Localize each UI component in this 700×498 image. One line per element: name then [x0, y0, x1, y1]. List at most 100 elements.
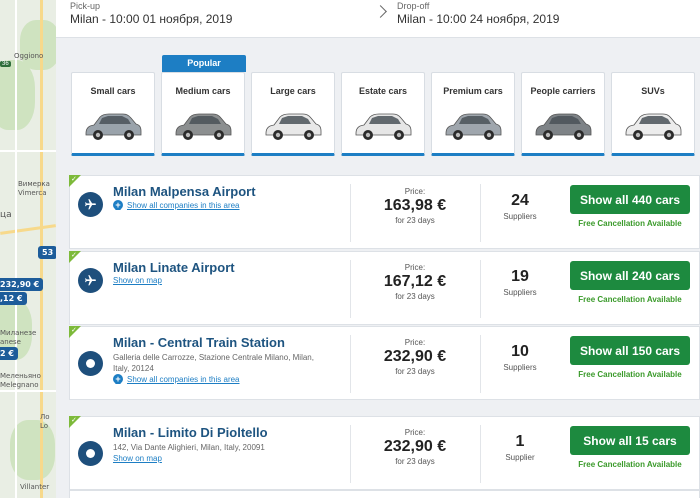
suppliers-count: 1 — [515, 433, 525, 450]
suppliers-label: Suppliers — [503, 288, 537, 297]
category-premium-cars[interactable]: Premium cars — [431, 72, 515, 156]
map-route-shield: 36 — [0, 61, 11, 67]
location-address: Galleria delle Carrozze, Stazione Centra… — [113, 353, 314, 373]
location-title[interactable]: Milan - Limito Di Pioltello — [113, 425, 268, 440]
category-label: SUVs — [641, 86, 665, 96]
category-label: Estate cars — [358, 86, 408, 96]
map-panel[interactable]: Oggiono Вимерка Vimerca ца Миланезе anes… — [0, 0, 56, 498]
price-value: 163,98 € — [383, 197, 447, 214]
price-value: 167,12 € — [383, 273, 447, 290]
location-link-text: Show on map — [113, 276, 162, 285]
category-label: Large cars — [270, 86, 316, 96]
map-label: ца — [0, 210, 12, 220]
dropoff-label: Drop-off — [397, 1, 430, 11]
location-card[interactable]: ✓ Milan - Limito Di Pioltello 142, Via Dan… — [69, 416, 700, 490]
map-park — [20, 20, 56, 70]
map-label: Vimerca — [18, 189, 47, 197]
map-road — [0, 150, 56, 152]
divider — [350, 184, 351, 242]
map-price-pin[interactable]: 2 € — [0, 347, 18, 360]
rental-days: for 23 days — [395, 216, 435, 225]
location-link[interactable]: + Show all companies in this area — [113, 200, 240, 210]
category-estate-cars[interactable]: Estate cars — [341, 72, 425, 156]
map-price-pin[interactable]: 232,90 € — [0, 278, 44, 291]
plus-circle-icon: + — [113, 374, 123, 384]
check-icon: ✓ — [71, 417, 77, 424]
suppliers-label: Supplier — [505, 453, 535, 462]
dropoff-value: Milan - 10:00 24 ноября, 2019 — [397, 12, 560, 26]
show-cars-button[interactable]: Show all 440 cars — [570, 185, 690, 214]
category-small-cars[interactable]: Small cars — [71, 72, 155, 156]
map-label: anese — [0, 338, 21, 346]
location-link[interactable]: Show on map — [113, 454, 162, 463]
rental-days: for 23 days — [395, 292, 435, 301]
map-label: Ло — [40, 413, 50, 421]
car-image-icon — [445, 113, 502, 140]
price-block: Price: 232,90 € for 23 days — [360, 338, 470, 376]
location-link[interactable]: + Show all companies in this area — [113, 374, 240, 384]
price-label: Price: — [404, 187, 426, 196]
show-cars-button[interactable]: Show all 150 cars — [570, 336, 690, 365]
map-label: Oggiono — [14, 52, 44, 60]
suppliers-block: 19 Suppliers — [480, 268, 560, 297]
divider — [350, 335, 351, 393]
category-medium-cars[interactable]: Medium cars — [161, 72, 245, 156]
map-price-pin[interactable]: ,12 € — [0, 292, 27, 305]
price-value: 232,90 € — [383, 348, 447, 365]
category-people-carriers[interactable]: People carriers — [521, 72, 605, 156]
price-block: Price: 167,12 € for 23 days — [360, 263, 470, 301]
free-cancellation-note: Free Cancellation Available — [578, 219, 682, 228]
plus-circle-icon: + — [113, 200, 123, 210]
price-value: 232,90 € — [383, 438, 447, 455]
pickup-summary[interactable]: Pick-up Milan - 10:00 01 ноября, 2019 — [70, 1, 232, 26]
category-label: People carriers — [530, 86, 596, 96]
location-link[interactable]: Show on map — [113, 276, 162, 285]
location-link-text: Show all companies in this area — [127, 374, 240, 384]
map-road — [15, 0, 17, 498]
free-cancellation-note: Free Cancellation Available — [578, 460, 682, 469]
free-cancellation-note: Free Cancellation Available — [578, 370, 682, 379]
suppliers-block: 24 Suppliers — [480, 192, 560, 221]
car-image-icon — [265, 113, 322, 140]
location-card[interactable]: ✓ Milan Linate Airport Show on map Price: 16… — [69, 251, 700, 325]
location-card[interactable]: ✓ Milan Malpensa Airport + Show all compani… — [69, 175, 700, 249]
map-label: Lo — [40, 422, 49, 430]
check-icon: ✓ — [71, 176, 77, 183]
suppliers-block: 1 Supplier — [480, 433, 560, 462]
chevron-right-icon — [374, 5, 387, 18]
show-cars-button[interactable]: Show all 15 cars — [570, 426, 690, 455]
price-label: Price: — [404, 428, 426, 437]
map-road — [0, 224, 56, 235]
car-image-icon — [535, 113, 592, 140]
rental-days: for 23 days — [395, 367, 435, 376]
rental-days: for 23 days — [395, 457, 435, 466]
category-suvs[interactable]: SUVs — [611, 72, 695, 156]
check-icon: ✓ — [71, 327, 77, 334]
dropoff-summary[interactable]: Drop-off Milan - 10:00 24 ноября, 2019 — [397, 1, 559, 26]
location-link-text: Show all companies in this area — [127, 200, 240, 210]
price-block: Price: 163,98 € for 23 days — [360, 187, 470, 225]
suppliers-label: Suppliers — [503, 363, 537, 372]
suppliers-block: 10 Suppliers — [480, 343, 560, 372]
location-title[interactable]: Milan - Central Train Station — [113, 335, 285, 350]
category-label: Medium cars — [175, 86, 231, 96]
show-cars-button[interactable]: Show all 240 cars — [570, 261, 690, 290]
popular-badge: Popular — [162, 55, 246, 72]
location-address: 142, Via Dante Alighieri, Milan, Italy, … — [113, 443, 265, 452]
category-large-cars[interactable]: Large cars — [251, 72, 335, 156]
location-dot-icon — [78, 351, 103, 376]
car-image-icon — [625, 113, 682, 140]
check-icon: ✓ — [71, 252, 77, 259]
location-card[interactable]: ✓ Milan - Central Train Station Galleria d… — [69, 326, 700, 400]
location-dot-icon — [78, 441, 103, 466]
map-price-pin[interactable]: 53 — [38, 246, 56, 259]
suppliers-label: Suppliers — [503, 212, 537, 221]
price-label: Price: — [404, 263, 426, 272]
location-title[interactable]: Milan Linate Airport — [113, 260, 235, 275]
price-block: Price: 232,90 € for 23 days — [360, 428, 470, 466]
map-road — [0, 390, 56, 392]
location-title[interactable]: Milan Malpensa Airport — [113, 184, 256, 199]
map-label: Melegnano — [0, 381, 39, 389]
divider — [350, 425, 351, 483]
plane-icon — [78, 192, 103, 217]
